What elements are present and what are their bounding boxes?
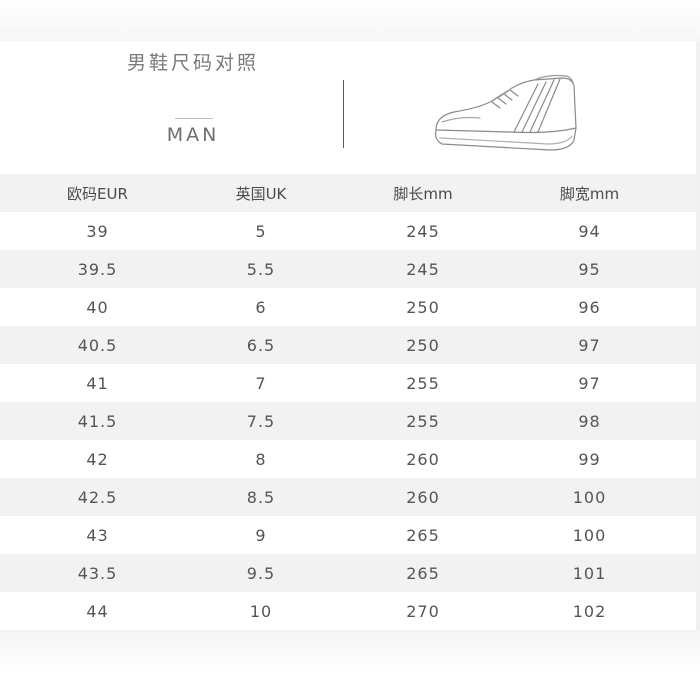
foot-length-cell: 245	[406, 221, 440, 241]
foot-length-cell: 270	[406, 601, 440, 621]
eur-cell: 41.5	[77, 411, 118, 431]
foot-length-cell: 260	[406, 449, 440, 469]
table-row: 43 9 265 100	[0, 516, 696, 554]
uk-cell: 7.5	[246, 411, 276, 431]
size-chart-header	[0, 42, 700, 174]
foot-width-cell: 100	[572, 487, 607, 507]
foot-width-cell: 97	[578, 373, 601, 393]
foot-width-cell: 96	[578, 297, 601, 317]
table-row: 40 6 250 96	[0, 288, 696, 326]
header-divider	[343, 80, 344, 148]
column-header-uk: 英国UK	[235, 184, 287, 203]
eur-cell: 42.5	[77, 487, 118, 507]
table-row: 39 5 245 94	[0, 212, 696, 250]
eur-cell: 39	[86, 221, 109, 241]
eur-cell: 44	[86, 601, 109, 621]
eur-cell: 43	[86, 525, 109, 545]
uk-cell: 5	[255, 221, 267, 241]
eur-cell: 40	[86, 297, 109, 317]
size-table: 欧码EUR 英国UK 脚长mm 脚宽mm 39 5 245 94 39.5 5.…	[0, 174, 696, 630]
table-row: 41.5 7.5 255 98	[0, 402, 696, 440]
eur-cell: 42	[86, 449, 109, 469]
uk-cell: 6	[255, 297, 267, 317]
chart-subtitle: MAN	[166, 124, 220, 146]
foot-width-cell: 99	[578, 449, 601, 469]
foot-length-cell: 255	[406, 373, 440, 393]
foot-length-cell: 260	[406, 487, 440, 507]
eur-cell: 40.5	[77, 335, 118, 355]
foot-width-cell: 94	[578, 221, 601, 241]
foot-width-cell: 102	[572, 601, 607, 621]
table-row: 40.5 6.5 250 97	[0, 326, 696, 364]
uk-cell: 9.5	[246, 563, 276, 583]
table-row: 42.5 8.5 260 100	[0, 478, 696, 516]
column-header-foot-width: 脚宽mm	[559, 184, 620, 203]
foot-width-cell: 100	[572, 525, 607, 545]
table-row: 44 10 270 102	[0, 592, 696, 630]
column-header-eur: 欧码EUR	[67, 184, 128, 203]
title-underline	[175, 118, 213, 119]
foot-length-cell: 255	[406, 411, 440, 431]
table-row: 41 7 255 97	[0, 364, 696, 402]
foot-length-cell: 265	[406, 563, 440, 583]
foot-width-cell: 101	[572, 563, 607, 583]
size-chart-page: 男鞋尺码对照 MAN 欧码EUR 英国UK 脚长mm 脚宽mm 39 5 245…	[0, 0, 700, 700]
uk-cell: 7	[255, 373, 267, 393]
foot-width-cell: 97	[578, 335, 601, 355]
uk-cell: 6.5	[246, 335, 276, 355]
chart-title: 男鞋尺码对照	[126, 52, 259, 74]
foot-length-cell: 245	[406, 259, 440, 279]
eur-cell: 43.5	[77, 563, 118, 583]
foot-length-cell: 250	[406, 297, 440, 317]
column-header-foot-length: 脚长mm	[393, 184, 453, 203]
uk-cell: 9	[255, 525, 267, 545]
right-edge-shadow	[696, 42, 700, 632]
table-header-row: 欧码EUR 英国UK 脚长mm 脚宽mm	[0, 174, 696, 212]
foot-width-cell: 98	[578, 411, 601, 431]
eur-cell: 39.5	[77, 259, 118, 279]
table-row: 39.5 5.5 245 95	[0, 250, 696, 288]
sneaker-icon	[435, 74, 577, 151]
table-row: 42 8 260 99	[0, 440, 696, 478]
uk-cell: 8.5	[246, 487, 276, 507]
bottom-fade	[0, 630, 700, 700]
eur-cell: 41	[86, 373, 109, 393]
foot-width-cell: 95	[578, 259, 601, 279]
foot-length-cell: 265	[406, 525, 440, 545]
uk-cell: 8	[255, 449, 267, 469]
top-fade	[0, 0, 700, 42]
uk-cell: 10	[249, 601, 273, 621]
table-row: 43.5 9.5 265 101	[0, 554, 696, 592]
foot-length-cell: 250	[406, 335, 440, 355]
uk-cell: 5.5	[246, 259, 276, 279]
